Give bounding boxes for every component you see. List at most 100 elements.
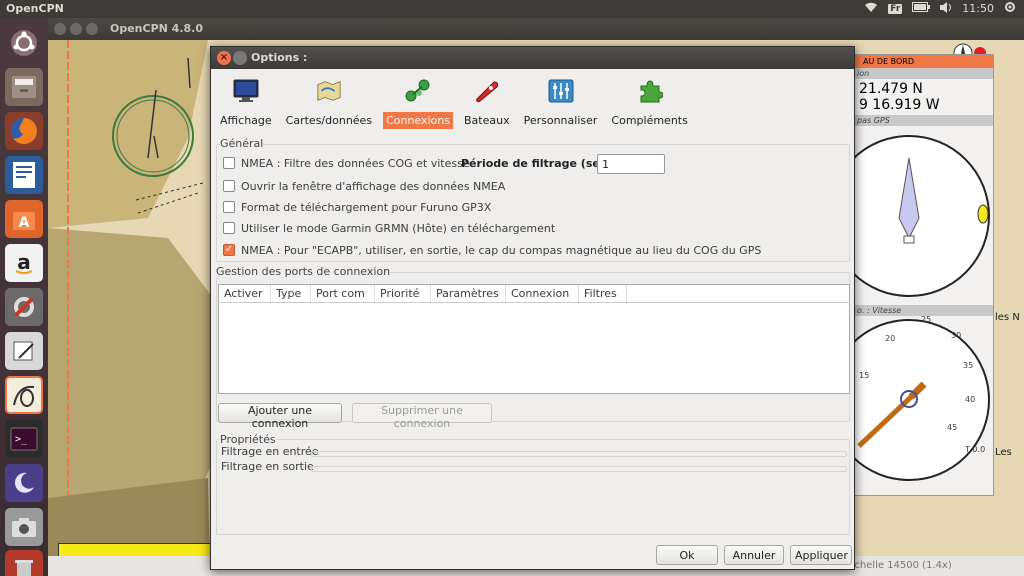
battery-icon[interactable] xyxy=(912,2,931,15)
speed-tick-30: 30 xyxy=(951,331,962,340)
position-label: ion xyxy=(849,68,993,79)
top-panel: OpenCPN Fr 11:50 xyxy=(0,0,1024,18)
tab-affichage[interactable]: Affichage xyxy=(213,73,279,129)
wifi-icon[interactable] xyxy=(864,2,878,16)
svg-text:a: a xyxy=(17,250,31,274)
software-center-icon[interactable]: A xyxy=(5,200,43,238)
remove-connection-button[interactable]: Supprimer une connexion xyxy=(352,403,492,430)
add-connection-button[interactable]: Ajouter une connexion xyxy=(218,403,342,430)
speed-tick-25: 25 xyxy=(921,315,932,324)
active-app-name: OpenCPN xyxy=(6,2,64,15)
night-mode-icon[interactable] xyxy=(5,464,43,502)
connections-icon xyxy=(405,78,431,104)
garmin-checkbox[interactable] xyxy=(223,222,235,234)
show-nmea-option[interactable]: Ouvrir la fenêtre d'affichage des donnée… xyxy=(223,178,505,194)
column-header-type[interactable]: Type xyxy=(271,285,311,302)
svg-text:>_: >_ xyxy=(15,434,28,445)
apply-button[interactable]: Appliquer xyxy=(790,545,852,565)
clock[interactable]: 11:50 xyxy=(962,2,994,15)
input-filter-label: Filtrage en entrée xyxy=(221,445,319,458)
tab-label: Bateaux xyxy=(464,114,510,127)
tab-label: Affichage xyxy=(220,114,272,127)
show-nmea-label: Ouvrir la fenêtre d'affichage des donnée… xyxy=(241,179,506,193)
volume-icon[interactable] xyxy=(940,1,952,16)
svg-text:A: A xyxy=(19,215,30,231)
tab-personnaliser[interactable]: Personnaliser xyxy=(517,73,605,129)
chart-window-titlebar: OpenCPN 4.8.0 xyxy=(48,18,1024,40)
column-header-activer[interactable]: Activer xyxy=(219,285,271,302)
files-icon[interactable] xyxy=(5,68,43,106)
trash-icon[interactable] xyxy=(5,550,43,576)
garmin-option[interactable]: Utiliser le mode Garmin GRMN (Hôte) en t… xyxy=(223,220,555,236)
tab-connexions[interactable]: Connexions xyxy=(379,73,457,129)
launcher: A a >_ xyxy=(0,18,48,576)
nmea-filter-label: NMEA : Filtre des données COG et vitesse xyxy=(241,156,470,170)
nmea-filter-checkbox[interactable] xyxy=(223,157,235,169)
dialog-title: Options : xyxy=(251,51,308,64)
output-filter-bar xyxy=(311,466,847,472)
writer-icon[interactable] xyxy=(5,156,43,194)
system-tray: Fr 11:50 xyxy=(864,1,1016,16)
general-group-title: Général xyxy=(220,137,264,150)
ok-button[interactable]: Ok xyxy=(656,545,718,565)
output-filter-row[interactable]: Filtrage en sortie xyxy=(221,461,847,473)
ports-group-title: Gestion des ports de connexion xyxy=(216,265,391,278)
puzzle-icon xyxy=(637,78,663,104)
chart-label-les: Les xyxy=(995,447,1012,458)
system-settings-icon[interactable] xyxy=(5,288,43,326)
ecapb-label: NMEA : Pour "ECAPB", utiliser, en sortie… xyxy=(241,243,762,257)
chart-label-north: les N xyxy=(995,312,1020,323)
column-header-priorite[interactable]: Priorité xyxy=(375,285,431,302)
filter-period-input[interactable] xyxy=(597,154,665,174)
speed-tick-20: 20 xyxy=(885,334,896,343)
settings-gear-icon[interactable] xyxy=(1004,1,1016,16)
input-filter-row[interactable]: Filtrage en entrée xyxy=(221,446,847,458)
furuno-label: Format de téléchargement pour Furuno GP3… xyxy=(241,200,492,214)
output-filter-label: Filtrage en sortie xyxy=(221,460,314,473)
window-maximize-dot[interactable] xyxy=(86,23,98,35)
speed-tick-35: 35 xyxy=(963,361,974,370)
furuno-checkbox[interactable] xyxy=(223,201,235,213)
cancel-button[interactable]: Annuler xyxy=(724,545,784,565)
dialog-close-button[interactable]: × xyxy=(217,51,231,65)
charts-icon xyxy=(316,78,342,104)
terminal-icon[interactable]: >_ xyxy=(5,420,43,458)
latitude-value: 21.479 N xyxy=(859,81,923,97)
chart-window-title: OpenCPN 4.8.0 xyxy=(110,22,204,35)
dashboard-panel: AU DE BORD ion 21.479 N 9 16.919 W pas G… xyxy=(828,54,994,496)
tab-label: Connexions xyxy=(383,112,453,129)
ubuntu-dash-icon[interactable] xyxy=(5,24,43,62)
tab-label: Compléments xyxy=(611,114,688,127)
monitor-icon xyxy=(233,78,259,104)
ecapb-option[interactable]: ✓ NMEA : Pour "ECAPB", utiliser, en sort… xyxy=(223,242,761,258)
filter-period-label: Période de filtrage (sec.) xyxy=(461,157,616,170)
garmin-label: Utiliser le mode Garmin GRMN (Hôte) en t… xyxy=(241,221,556,235)
window-close-dot[interactable] xyxy=(54,23,66,35)
column-header-connexion[interactable]: Connexion xyxy=(506,285,579,302)
firefox-icon[interactable] xyxy=(5,112,43,150)
speed-tick-45: 45 xyxy=(947,423,958,432)
dashboard-title: AU DE BORD xyxy=(849,55,993,68)
keyboard-layout-indicator[interactable]: Fr xyxy=(888,3,903,14)
ecapb-checkbox[interactable]: ✓ xyxy=(223,244,235,256)
show-nmea-checkbox[interactable] xyxy=(223,180,235,192)
dialog-minimize-button[interactable] xyxy=(233,51,247,65)
longitude-value: 9 16.919 W xyxy=(859,97,940,113)
column-header-filtres[interactable]: Filtres xyxy=(579,285,627,302)
boat-icon xyxy=(474,78,500,104)
tab-bateaux[interactable]: Bateaux xyxy=(457,73,517,129)
tab-complements[interactable]: Compléments xyxy=(604,73,694,129)
nmea-filter-option[interactable]: NMEA : Filtre des données COG et vitesse xyxy=(223,155,470,171)
input-filter-bar xyxy=(311,451,847,457)
tab-cartes-donnees[interactable]: Cartes/données xyxy=(279,73,379,129)
opencpn-icon[interactable] xyxy=(5,376,43,414)
screenshot-icon[interactable] xyxy=(5,508,43,546)
text-editor-icon[interactable] xyxy=(5,332,43,370)
connections-table[interactable]: Activer Type Port com Priorité Paramètre… xyxy=(218,284,850,394)
column-header-parametres[interactable]: Paramètres xyxy=(431,285,506,302)
column-header-port[interactable]: Port com xyxy=(311,285,375,302)
window-minimize-dot[interactable] xyxy=(70,23,82,35)
amazon-icon[interactable]: a xyxy=(5,244,43,282)
connections-table-header: Activer Type Port com Priorité Paramètre… xyxy=(219,285,849,303)
furuno-option[interactable]: Format de téléchargement pour Furuno GP3… xyxy=(223,199,491,215)
